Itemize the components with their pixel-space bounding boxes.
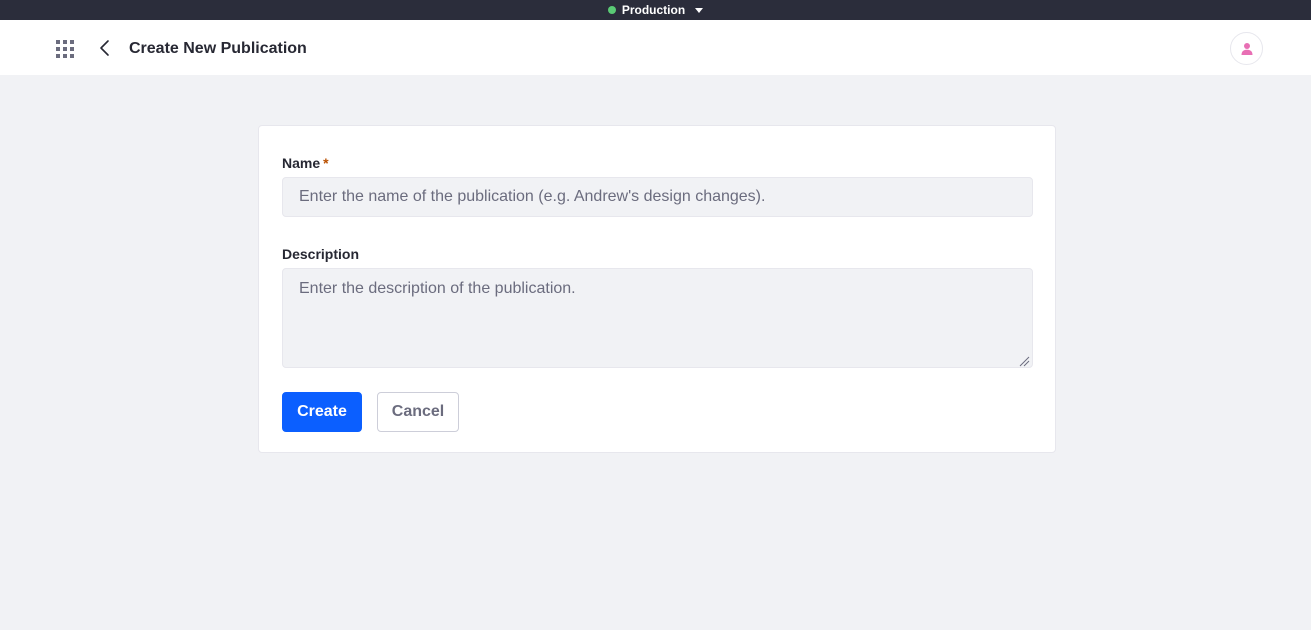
required-mark: * <box>323 155 329 171</box>
environment-selector[interactable]: Production <box>607 3 704 17</box>
chevron-left-icon[interactable] <box>96 39 114 57</box>
publication-form-card: Name* Description Create Cancel <box>258 125 1056 453</box>
name-label-text: Name <box>282 155 321 171</box>
caret-down-icon <box>695 7 704 13</box>
user-avatar[interactable] <box>1230 32 1263 65</box>
grid-icon[interactable] <box>56 40 74 58</box>
environment-label: Production <box>621 3 686 17</box>
environment-bar: Production <box>0 0 1311 20</box>
environment-status-dot <box>607 6 616 14</box>
name-field-label: Name * <box>282 155 329 171</box>
name-input[interactable] <box>282 177 1033 217</box>
description-input[interactable] <box>282 268 1033 368</box>
page-header: Create New Publication <box>0 20 1311 75</box>
resize-handle-icon[interactable] <box>1018 354 1030 367</box>
cancel-button[interactable]: Cancel <box>377 392 459 432</box>
description-field-label: Description <box>282 246 360 262</box>
user-icon <box>1241 42 1252 55</box>
create-button[interactable]: Create <box>282 392 362 432</box>
page-title: Create New Publication <box>129 40 307 57</box>
